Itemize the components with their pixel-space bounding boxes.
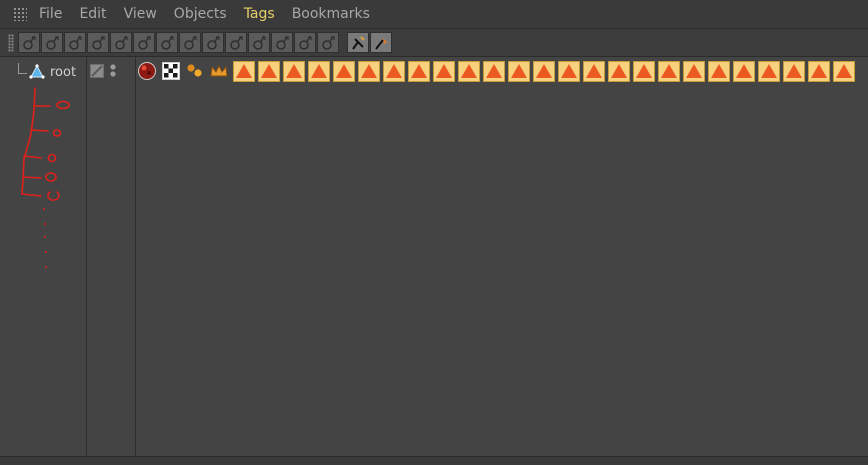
triangle-tag-icon[interactable] (583, 60, 605, 82)
layer-visibility-icon[interactable] (90, 64, 104, 78)
toolbar-grip-icon[interactable] (8, 33, 14, 52)
constraint-tag-icon[interactable] (317, 32, 339, 53)
constraint-tag-icon[interactable] (133, 32, 155, 53)
tags-column (136, 57, 868, 457)
triangle-tag-icon[interactable] (283, 60, 305, 82)
constraint-tag-icon[interactable] (41, 32, 63, 53)
menu-file[interactable]: File (39, 6, 62, 22)
tag-toolbar (0, 29, 868, 57)
constraint-tag-icon[interactable] (18, 32, 40, 53)
triangle-tag-icon[interactable] (558, 60, 580, 82)
triangle-tag-icon[interactable] (408, 60, 430, 82)
grip-icon[interactable] (13, 7, 27, 21)
constraint-tag-icon[interactable] (156, 32, 178, 53)
constraint-tag-icon[interactable] (248, 32, 270, 53)
brush-tool-icon[interactable] (347, 32, 369, 53)
menu-tags[interactable]: Tags (244, 6, 275, 22)
constraint-tag-icon[interactable] (225, 32, 247, 53)
menubar: File Edit View Objects Tags Bookmarks (0, 0, 868, 29)
toolbar-tools (347, 32, 393, 53)
ik-tags (233, 60, 858, 82)
triangle-tag-icon[interactable] (383, 60, 405, 82)
visibility-column (87, 57, 136, 457)
menu-view[interactable]: View (124, 6, 157, 22)
red-ball-tag-icon[interactable] (136, 60, 158, 82)
menu-bookmarks[interactable]: Bookmarks (292, 6, 370, 22)
triangle-tag-icon[interactable] (533, 60, 555, 82)
triangle-tag-icon[interactable] (758, 60, 780, 82)
object-tree: root (8, 57, 87, 457)
tree-line (18, 63, 27, 74)
menu-edit[interactable]: Edit (79, 6, 106, 22)
triangle-tag-icon[interactable] (658, 60, 680, 82)
triangle-tag-icon[interactable] (633, 60, 655, 82)
menu-objects[interactable]: Objects (174, 6, 227, 22)
checker-tag-icon[interactable] (160, 60, 182, 82)
triangle-tag-icon[interactable] (308, 60, 330, 82)
root-row[interactable]: root (18, 63, 76, 81)
dots-tag-icon[interactable] (184, 60, 206, 82)
triangle-tag-icon[interactable] (783, 60, 805, 82)
constraint-tag-icon[interactable] (64, 32, 86, 53)
triangle-tag-icon[interactable] (233, 60, 255, 82)
constraint-tag-icon[interactable] (179, 32, 201, 53)
triangle-tag-icon[interactable] (333, 60, 355, 82)
root-label: root (50, 64, 77, 80)
constraint-tag-icon[interactable] (294, 32, 316, 53)
null-object-icon (29, 64, 45, 79)
triangle-tag-icon[interactable] (833, 60, 855, 82)
triangle-tag-icon[interactable] (608, 60, 630, 82)
triangle-tag-icon[interactable] (708, 60, 730, 82)
constraint-tag-icon[interactable] (271, 32, 293, 53)
triangle-tag-icon[interactable] (258, 60, 280, 82)
triangle-tag-icon[interactable] (808, 60, 830, 82)
paint-tool-icon[interactable] (370, 32, 392, 53)
triangle-tag-icon[interactable] (683, 60, 705, 82)
triangle-tag-icon[interactable] (358, 60, 380, 82)
hierarchy-sketch-annotation (21, 87, 70, 268)
constraint-tag-icon[interactable] (110, 32, 132, 53)
crown-tag-icon[interactable] (208, 60, 230, 82)
editor-render-dots-icon[interactable] (108, 63, 118, 79)
root-tags-row (136, 60, 858, 82)
triangle-tag-icon[interactable] (433, 60, 455, 82)
constraint-tag-icon[interactable] (202, 32, 224, 53)
triangle-tag-icon[interactable] (733, 60, 755, 82)
toolbar-buttons (18, 32, 340, 53)
constraint-tag-icon[interactable] (87, 32, 109, 53)
triangle-tag-icon[interactable] (483, 60, 505, 82)
triangle-tag-icon[interactable] (458, 60, 480, 82)
triangle-tag-icon[interactable] (508, 60, 530, 82)
